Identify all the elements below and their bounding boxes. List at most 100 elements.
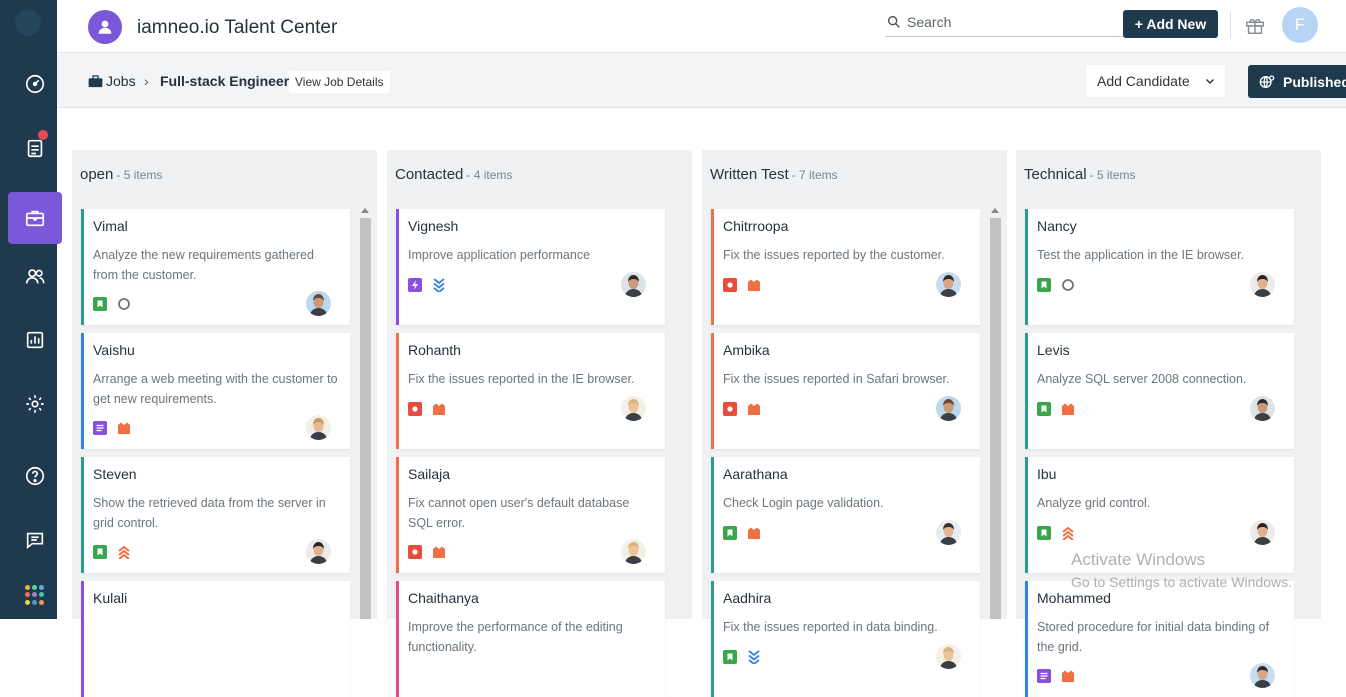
purple-bolt-icon (408, 278, 422, 292)
card-description: Fix the issues reported in data binding. (723, 620, 938, 634)
page-title: iamneo.io Talent Center (137, 17, 338, 38)
add-candidate-label: Add Candidate (1097, 73, 1190, 89)
candidate-card[interactable]: Steven Show the retrieved data from the s… (81, 457, 350, 573)
candidate-card[interactable]: Kulali (81, 581, 350, 697)
red-stop-icon (723, 402, 737, 416)
watermark-title: Activate Windows (1071, 550, 1206, 569)
avatar[interactable] (306, 415, 331, 440)
green-flag-icon (93, 545, 107, 559)
published-button[interactable]: Published (1248, 65, 1346, 98)
candidate-name: Nancy (1037, 218, 1077, 234)
card-tags (93, 421, 131, 435)
message-icon (26, 532, 44, 550)
sidebar-item-messages[interactable] (8, 514, 62, 566)
scroll-up-arrow-icon[interactable] (991, 208, 999, 213)
user-avatar[interactable]: F (1282, 7, 1318, 43)
card-description: Fix the issues reported in the IE browse… (408, 372, 635, 386)
sidebar-item-candidates[interactable] (8, 250, 62, 302)
briefcase-icon (88, 74, 103, 87)
app-logo[interactable] (15, 10, 41, 36)
green-flag-icon (723, 650, 737, 664)
column-contacted: Contacted - 4 items Vignesh Improve applica… (387, 150, 692, 697)
card-tags (1037, 669, 1075, 683)
breadcrumb-jobs[interactable]: Jobs (88, 73, 136, 89)
avatar[interactable] (936, 396, 961, 421)
avatar[interactable] (1250, 520, 1275, 545)
candidate-name: Vignesh (408, 218, 459, 234)
red-stop-icon (723, 278, 737, 292)
avatar[interactable] (1250, 272, 1275, 297)
orange-bookmark-icon (432, 545, 446, 559)
column-header: Contacted - 4 items (387, 150, 692, 198)
sidebar-item-help[interactable] (8, 450, 62, 502)
candidate-name: Sailaja (408, 466, 451, 482)
avatar[interactable] (306, 539, 331, 564)
sidebar-item-dashboard[interactable] (8, 58, 62, 110)
search-input[interactable] (907, 11, 1117, 33)
candidate-card[interactable]: Ambika Fix the issues reported in Safari … (711, 333, 980, 449)
avatar[interactable] (306, 291, 331, 316)
candidate-name: Levis (1037, 342, 1070, 358)
column-header: Technical - 5 items (1016, 150, 1321, 198)
scroll-thumb[interactable] (990, 218, 1001, 619)
candidate-card[interactable]: Levis Analyze SQL server 2008 connection. (1025, 333, 1294, 449)
card-description: Arrange a web meeting with the customer … (93, 372, 338, 406)
card-description: Check Login page validation. (723, 496, 884, 510)
sidebar-item-tasks[interactable] (8, 122, 62, 174)
candidate-card[interactable]: Vimal Analyze the new requirements gather… (81, 209, 350, 325)
avatar[interactable] (1250, 663, 1275, 688)
breadcrumb-job-title: Full-stack Engineer (160, 73, 290, 89)
candidate-card[interactable]: Nancy Test the application in the IE brow… (1025, 209, 1294, 325)
candidate-card[interactable]: Sailaja Fix cannot open user's default da… (396, 457, 665, 573)
candidate-name: Vimal (93, 218, 128, 234)
add-candidate-dropdown[interactable]: Add Candidate (1086, 65, 1225, 97)
orange-bookmark-icon (747, 402, 761, 416)
green-flag-icon (1037, 526, 1051, 540)
orange-bookmark-icon (117, 421, 131, 435)
add-new-button[interactable]: + Add New (1123, 10, 1218, 38)
card-tags (1037, 402, 1075, 416)
sidebar-item-settings[interactable] (8, 378, 62, 430)
card-description: Analyze grid control. (1037, 496, 1151, 510)
avatar[interactable] (621, 272, 646, 297)
avatar[interactable] (621, 396, 646, 421)
chevron-down-icon (1206, 79, 1214, 84)
clipboard-icon (27, 139, 43, 158)
card-tags (723, 402, 761, 416)
chart-icon (26, 331, 44, 349)
avatar[interactable] (936, 272, 961, 297)
candidate-card[interactable]: Chitrroopa Fix the issues reported by the… (711, 209, 980, 325)
candidate-card[interactable]: Chaithanya Improve the performance of the… (396, 581, 665, 697)
column-header: open - 5 items (72, 150, 377, 198)
column-title: open (80, 166, 114, 183)
gift-icon[interactable] (1244, 14, 1266, 36)
candidate-card[interactable]: Vaishu Arrange a web meeting with the cus… (81, 333, 350, 449)
purple-doc-icon (1037, 669, 1051, 683)
scroll-thumb[interactable] (360, 218, 371, 619)
avatar[interactable] (936, 644, 961, 669)
candidate-card[interactable]: Rohanth Fix the issues reported in the IE… (396, 333, 665, 449)
view-job-details-button[interactable]: View Job Details (289, 71, 390, 93)
gear-icon (26, 395, 44, 413)
avatar[interactable] (936, 520, 961, 545)
column-scrollbar[interactable] (358, 206, 371, 619)
sidebar-item-reports[interactable] (8, 314, 62, 366)
breadcrumb-separator: › (144, 73, 149, 89)
column-scrollbar[interactable] (988, 206, 1001, 619)
candidate-card[interactable]: Vignesh Improve application performance (396, 209, 665, 325)
grey-circle-icon (117, 297, 131, 311)
avatar[interactable] (1250, 396, 1275, 421)
column-title: Technical (1024, 166, 1087, 183)
green-flag-icon (1037, 402, 1051, 416)
candidate-card[interactable]: Mohammed Stored procedure for initial dat… (1025, 581, 1294, 697)
scroll-up-arrow-icon[interactable] (361, 208, 369, 213)
card-description: Stored procedure for initial data bindin… (1037, 620, 1270, 654)
top-bar: iamneo.io Talent Center + Add New F (57, 0, 1346, 53)
avatar[interactable] (621, 539, 646, 564)
candidate-card[interactable]: Aadhira Fix the issues reported in data b… (711, 581, 980, 697)
notification-dot (38, 130, 48, 140)
candidate-name: Kulali (93, 590, 128, 606)
apps-grid-icon[interactable] (25, 585, 45, 605)
sidebar-item-jobs[interactable] (8, 192, 62, 244)
candidate-card[interactable]: Aarathana Check Login page validation. (711, 457, 980, 573)
